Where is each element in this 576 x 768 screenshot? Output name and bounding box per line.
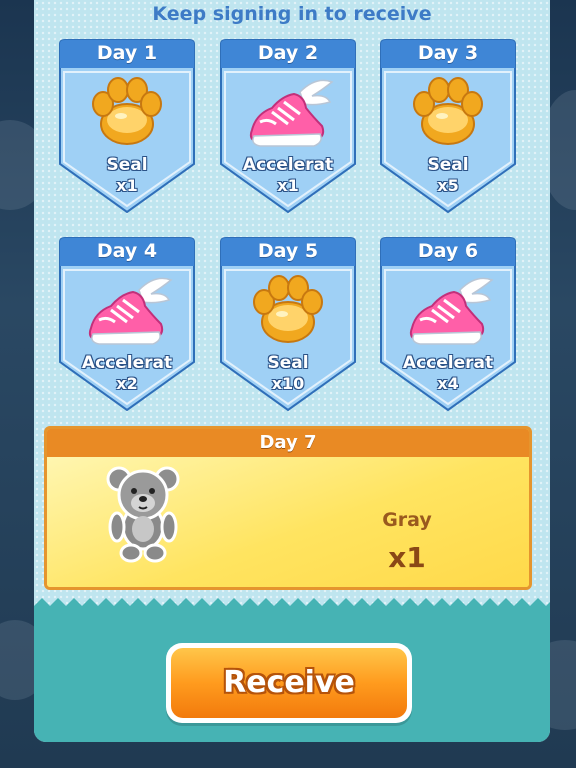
reward-qty: x10 [271,374,305,393]
winged-shoe-icon [81,272,173,352]
day-card-2[interactable]: Day 2 Accelerat x1 [216,38,360,216]
reward-name: Seal [427,155,469,175]
reward-qty: x1 [277,176,299,195]
reward-qty: x1 [388,541,426,574]
panel-title: Keep signing in to receive [152,3,432,25]
reward-name: Seal [106,155,148,175]
reward-name: Seal [267,353,309,373]
day7-body: Gray x1 [47,457,529,587]
reward-name: Gray [382,509,432,531]
day-label: Day 6 [417,240,479,262]
day-card-5[interactable]: Day 5 Seal x10 [216,236,360,414]
winged-shoe-icon [242,74,334,154]
day-card-4[interactable]: Day 4 Accelerat x2 [55,236,199,414]
reward-name: Accelerat [242,155,334,175]
day-label: Day 7 [47,429,529,457]
reward-qty: x1 [116,176,138,195]
receive-button[interactable]: Receive [166,643,412,723]
paw-icon [87,74,167,154]
reward-qty: x5 [437,176,459,195]
reward-name: Accelerat [402,353,494,373]
reward-qty: x4 [437,374,459,393]
reward-name: Accelerat [81,353,173,373]
winged-shoe-icon [402,272,494,352]
teddy-bear-icon [105,465,181,565]
sign-in-panel: Keep signing in to receive Day 1 Seal x1 [34,0,550,742]
day-card-1[interactable]: Day 1 Seal x1 [55,38,199,216]
day-card-3[interactable]: Day 3 Seal x5 [376,38,520,216]
day-label: Day 1 [96,42,158,64]
day-label: Day 4 [96,240,158,262]
receive-button-label: Receive [171,648,407,718]
paw-icon [408,74,488,154]
day-label: Day 2 [257,42,319,64]
day-card-6[interactable]: Day 6 Accelerat x4 [376,236,520,414]
day-label: Day 5 [257,240,319,262]
day-label: Day 3 [417,42,479,64]
reward-qty: x2 [116,374,138,393]
day-card-7[interactable]: Day 7 Gray x1 [44,426,532,590]
zigzag-divider [34,598,550,614]
paw-icon [248,272,328,352]
